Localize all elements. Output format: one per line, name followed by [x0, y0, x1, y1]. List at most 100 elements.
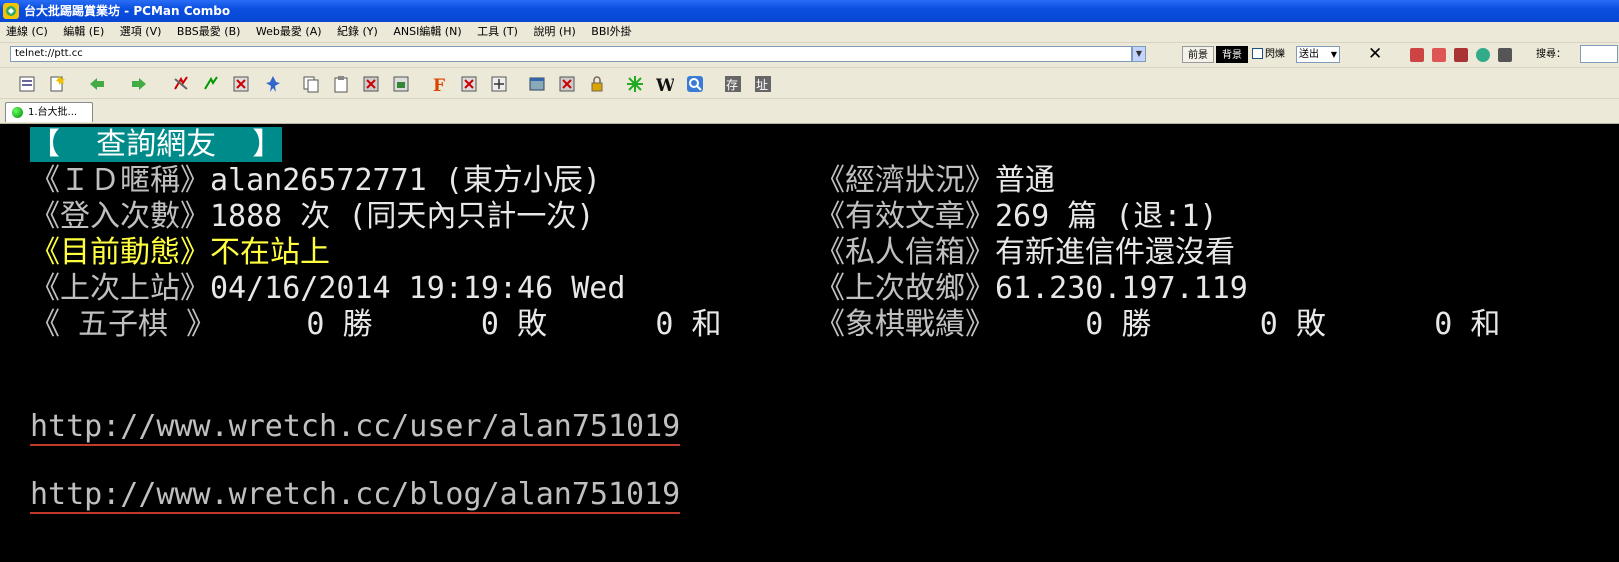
menu-tools[interactable]: 工具 (T)	[471, 22, 524, 42]
valid-posts-label: 《有效文章》	[815, 199, 995, 234]
economy-value: 普通	[995, 163, 1055, 198]
copy-icon[interactable]	[302, 75, 320, 93]
search-engine-icon[interactable]	[686, 75, 704, 93]
address-input[interactable]	[10, 46, 1132, 62]
profile-row-login-right: 《有效文章》269 篇 (退:1)	[815, 200, 1218, 234]
profile-row-status-right: 《私人信箱》有新進信件還沒看	[815, 236, 1235, 270]
chess-record-row: 《象棋戰績》 0 勝 0 敗 0 和	[815, 308, 1500, 342]
plugin-star-icon[interactable]	[626, 75, 644, 93]
tab-bar: 1.台大批...	[0, 99, 1619, 124]
paste-icon[interactable]	[332, 75, 350, 93]
last-ip-label: 《上次故鄉》	[815, 271, 995, 306]
id-nickname-label: 《ＩＤ暱稱》	[30, 163, 210, 198]
pin-icon[interactable]	[264, 75, 282, 93]
profile-row-lastlogin-right: 《上次故鄉》61.230.197.119	[815, 272, 1248, 306]
back-arrow-icon[interactable]	[88, 75, 106, 93]
valid-posts-value: 269 篇 (退:1)	[995, 199, 1218, 234]
menu-connection[interactable]: 連線 (C)	[0, 22, 54, 42]
menu-options[interactable]: 選項 (V)	[114, 22, 168, 42]
query-user-header: 【 查詢網友 】	[30, 127, 283, 162]
current-status-value: 不在站上	[210, 235, 330, 270]
image-icon[interactable]	[392, 75, 410, 93]
chess-record: 0 勝 0 敗 0 和	[995, 307, 1501, 342]
id-nickname-value: alan26572771 (東方小辰)	[210, 163, 601, 198]
disconnect-icon[interactable]	[172, 75, 190, 93]
tab-label: 1.台大批...	[28, 107, 78, 118]
reconnect-icon[interactable]	[202, 75, 220, 93]
current-status-label: 《目前動態》	[30, 235, 210, 270]
chevron-down-icon: ▼	[1330, 50, 1337, 59]
profile-row-lastlogin-left: 《上次上站》04/16/2014 19:19:46 Wed	[30, 272, 625, 306]
background-color-button[interactable]: 背景	[1216, 46, 1248, 63]
last-login-label: 《上次上站》	[30, 271, 210, 306]
login-count-value: 1888 次 (同天內只計一次)	[210, 199, 595, 234]
mailbox-label: 《私人信箱》	[815, 235, 995, 270]
menu-help[interactable]: 說明 (H)	[527, 22, 581, 42]
profile-row-status-left: 《目前動態》不在站上	[30, 236, 330, 270]
wikipedia-icon[interactable]: W	[656, 75, 674, 93]
svg-text:F: F	[433, 76, 445, 93]
user-profile-link[interactable]: http://www.wretch.cc/user/alan751019	[30, 409, 681, 446]
login-count-label: 《登入次數》	[30, 199, 210, 234]
svg-text:W: W	[656, 76, 674, 93]
profile-row-id-left: 《ＩＤ暱稱》alan26572771 (東方小辰)	[30, 164, 601, 198]
close-window-icon[interactable]	[232, 75, 250, 93]
lock-icon[interactable]	[588, 75, 606, 93]
resize-icon[interactable]	[490, 75, 508, 93]
last-ip-value: 61.230.197.119	[995, 271, 1248, 306]
foreground-color-button[interactable]: 前景	[1182, 46, 1214, 63]
home-icon[interactable]	[1410, 48, 1424, 62]
title-bar: 台大批踢踢賞業坊 - PCMan Combo	[0, 0, 1619, 22]
menu-ansi-edit[interactable]: ANSI編輯 (N)	[387, 22, 467, 42]
economy-label: 《經濟狀況》	[815, 163, 995, 198]
gomoku-label: 《 五子棋 》	[30, 307, 217, 342]
menu-history[interactable]: 紀錄 (Y)	[331, 22, 384, 42]
menu-bbs-favorites[interactable]: BBS最愛 (B)	[171, 22, 247, 42]
svg-text:存: 存	[726, 78, 738, 92]
address-char-icon[interactable]: 址	[754, 75, 772, 93]
svg-text:址: 址	[756, 78, 768, 92]
menu-bbi-plugins[interactable]: BBI外掛	[585, 22, 637, 42]
screen-icon[interactable]	[1498, 48, 1512, 62]
refresh-icon[interactable]	[1432, 48, 1446, 62]
mail-icon[interactable]	[1454, 48, 1468, 62]
save-char-icon[interactable]: 存	[724, 75, 742, 93]
blink-label: 閃爍	[1265, 49, 1285, 60]
globe-icon[interactable]	[1476, 48, 1490, 62]
profile-row-login-left: 《登入次數》1888 次 (同天內只計一次)	[30, 200, 595, 234]
url-line-blog: http://www.wretch.cc/blog/alan751019	[30, 477, 681, 514]
profile-row-id-right: 《經濟狀況》普通	[815, 164, 1055, 198]
menu-edit[interactable]: 編輯 (E)	[57, 22, 110, 42]
header-text: 【 查詢網友 】	[30, 127, 283, 162]
search-label: 搜尋：	[1536, 49, 1566, 60]
new-connection-icon[interactable]	[48, 75, 66, 93]
window-icon[interactable]	[528, 75, 546, 93]
forward-arrow-icon[interactable]	[130, 75, 148, 93]
window-title: 台大批踢踢賞業坊 - PCMan Combo	[24, 4, 231, 18]
menu-web-favorites[interactable]: Web最愛 (A)	[250, 22, 328, 42]
address-bar: ▼ 前景 背景 閃爍 送出 ▼ ✕ 搜尋：	[0, 43, 1619, 68]
blink-checkbox[interactable]	[1252, 48, 1263, 59]
gomoku-record: 0 勝 0 敗 0 和	[216, 307, 722, 342]
chess-label: 《象棋戰績》	[815, 307, 995, 342]
blog-link[interactable]: http://www.wretch.cc/blog/alan751019	[30, 477, 681, 514]
send-select-value: 送出	[1299, 49, 1319, 60]
clear-screen-icon[interactable]	[460, 75, 478, 93]
mailbox-value: 有新進信件還沒看	[995, 235, 1235, 270]
search-input[interactable]	[1580, 45, 1618, 63]
ansi-copy-icon[interactable]	[362, 75, 380, 93]
tab-ptt[interactable]: 1.台大批...	[5, 102, 93, 122]
address-dropdown-button[interactable]: ▼	[1132, 46, 1146, 62]
url-line-user: http://www.wretch.cc/user/alan751019	[30, 409, 681, 446]
gomoku-record-row: 《 五子棋 》 0 勝 0 敗 0 和	[30, 308, 722, 342]
last-login-value: 04/16/2014 19:19:46 Wed	[210, 271, 626, 306]
connected-status-icon	[12, 107, 23, 118]
font-icon[interactable]: F	[430, 75, 448, 93]
pcman-app-icon[interactable]	[3, 3, 19, 19]
menu-bar: 連線 (C) 編輯 (E) 選項 (V) BBS最愛 (B) Web最愛 (A)…	[0, 22, 1619, 43]
close-icon[interactable]: ✕	[1368, 44, 1382, 64]
cancel-icon[interactable]	[558, 75, 576, 93]
address-book-icon[interactable]	[18, 75, 36, 93]
send-select[interactable]: 送出 ▼	[1296, 46, 1340, 63]
terminal-screen[interactable]: 【 查詢網友 】 《ＩＤ暱稱》alan26572771 (東方小辰) 《經濟狀況…	[0, 124, 1619, 562]
